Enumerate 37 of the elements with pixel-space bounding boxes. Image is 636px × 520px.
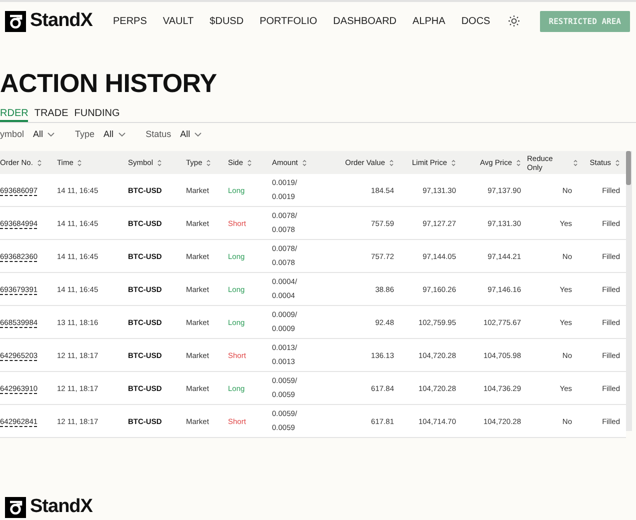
sort-icon[interactable] — [206, 158, 212, 166]
chevron-down-icon[interactable] — [47, 132, 56, 136]
sort-icon[interactable] — [573, 158, 578, 166]
sort-icon[interactable] — [516, 158, 521, 166]
tab[interactable]: TRADE — [34, 108, 68, 122]
chevron-down-icon[interactable] — [194, 132, 202, 136]
sort-icon[interactable] — [615, 158, 620, 166]
filter-dropdown[interactable]: All — [33, 129, 56, 139]
nav-link[interactable]: DASHBOARD — [333, 16, 397, 26]
logo-icon — [5, 496, 26, 518]
chevron-down-icon[interactable] — [118, 132, 126, 136]
filter-label: Type — [75, 129, 95, 139]
nav-link[interactable]: VAULT — [162, 16, 194, 26]
brand-name: StandX — [30, 10, 92, 32]
footer-brand-name: StandX — [30, 496, 92, 518]
nav-link[interactable]: DOCS — [461, 16, 490, 26]
filter-label: ymbol — [0, 129, 24, 139]
tab[interactable]: FUNDING — [74, 108, 120, 122]
sort-icon[interactable] — [157, 158, 162, 166]
sort-icon[interactable] — [389, 158, 394, 166]
nav-link[interactable]: $DUSD — [210, 16, 244, 26]
sort-icon[interactable] — [451, 158, 456, 166]
theme-toggle-icon[interactable] — [508, 15, 520, 27]
logo-icon — [5, 10, 26, 32]
scrollbar[interactable] — [626, 151, 632, 431]
filter-label: Status — [146, 129, 172, 139]
sort-icon[interactable] — [77, 158, 82, 166]
nav-link[interactable]: PORTFOLIO — [260, 16, 318, 26]
filter-dropdown[interactable]: All — [180, 129, 202, 139]
filter-dropdown[interactable]: All — [104, 129, 126, 139]
tab[interactable]: RDER — [0, 108, 28, 122]
sort-icon[interactable] — [302, 158, 307, 166]
sort-icon[interactable] — [247, 158, 252, 166]
nav-link[interactable]: PERPS — [113, 16, 147, 26]
sort-icon[interactable] — [36, 158, 42, 166]
page-title: ACTION HISTORY — [0, 68, 218, 98]
nav-link[interactable]: ALPHA — [412, 16, 446, 26]
